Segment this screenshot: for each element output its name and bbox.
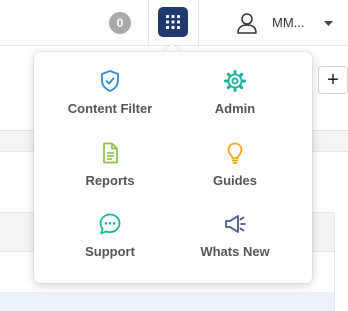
shield-check-icon: [101, 70, 119, 92]
menu-item-reports[interactable]: Reports: [45, 141, 175, 201]
menu-item-label: Reports: [85, 173, 135, 188]
document-icon: [103, 142, 118, 164]
grid-icon: [166, 15, 180, 29]
table-row-highlight: [0, 292, 334, 311]
lightbulb-icon: [227, 142, 243, 164]
chevron-down-icon[interactable]: [324, 21, 333, 26]
divider: [148, 0, 149, 46]
apps-menu-popup: Content Filter Admin Reports Guides Supp…: [34, 52, 312, 283]
menu-item-label: Support: [85, 244, 135, 259]
apps-grid-button[interactable]: [158, 7, 188, 37]
gear-icon: [224, 70, 246, 92]
divider: [198, 0, 199, 46]
menu-item-label: Content Filter: [67, 101, 153, 116]
menu-item-label: Whats New: [200, 244, 270, 259]
notification-badge[interactable]: 0: [109, 12, 131, 34]
menu-item-content-filter[interactable]: Content Filter: [45, 69, 175, 129]
user-name[interactable]: MM...: [272, 15, 305, 30]
menu-item-support[interactable]: Support: [45, 212, 175, 272]
menu-item-label: Admin: [214, 101, 256, 116]
chat-bubble-icon: [99, 213, 121, 235]
menu-item-admin[interactable]: Admin: [170, 69, 300, 129]
app-screen: + 0 MM... Content Filter Admin Reports G…: [0, 0, 348, 311]
menu-item-guides[interactable]: Guides: [170, 141, 300, 201]
add-button[interactable]: +: [318, 66, 348, 94]
megaphone-icon: [225, 215, 246, 233]
user-icon[interactable]: [236, 12, 258, 34]
menu-item-label: Guides: [212, 173, 258, 188]
menu-item-whats-new[interactable]: Whats New: [170, 212, 300, 272]
top-bar: 0 MM...: [0, 0, 348, 46]
scroll-edge: [334, 213, 335, 311]
